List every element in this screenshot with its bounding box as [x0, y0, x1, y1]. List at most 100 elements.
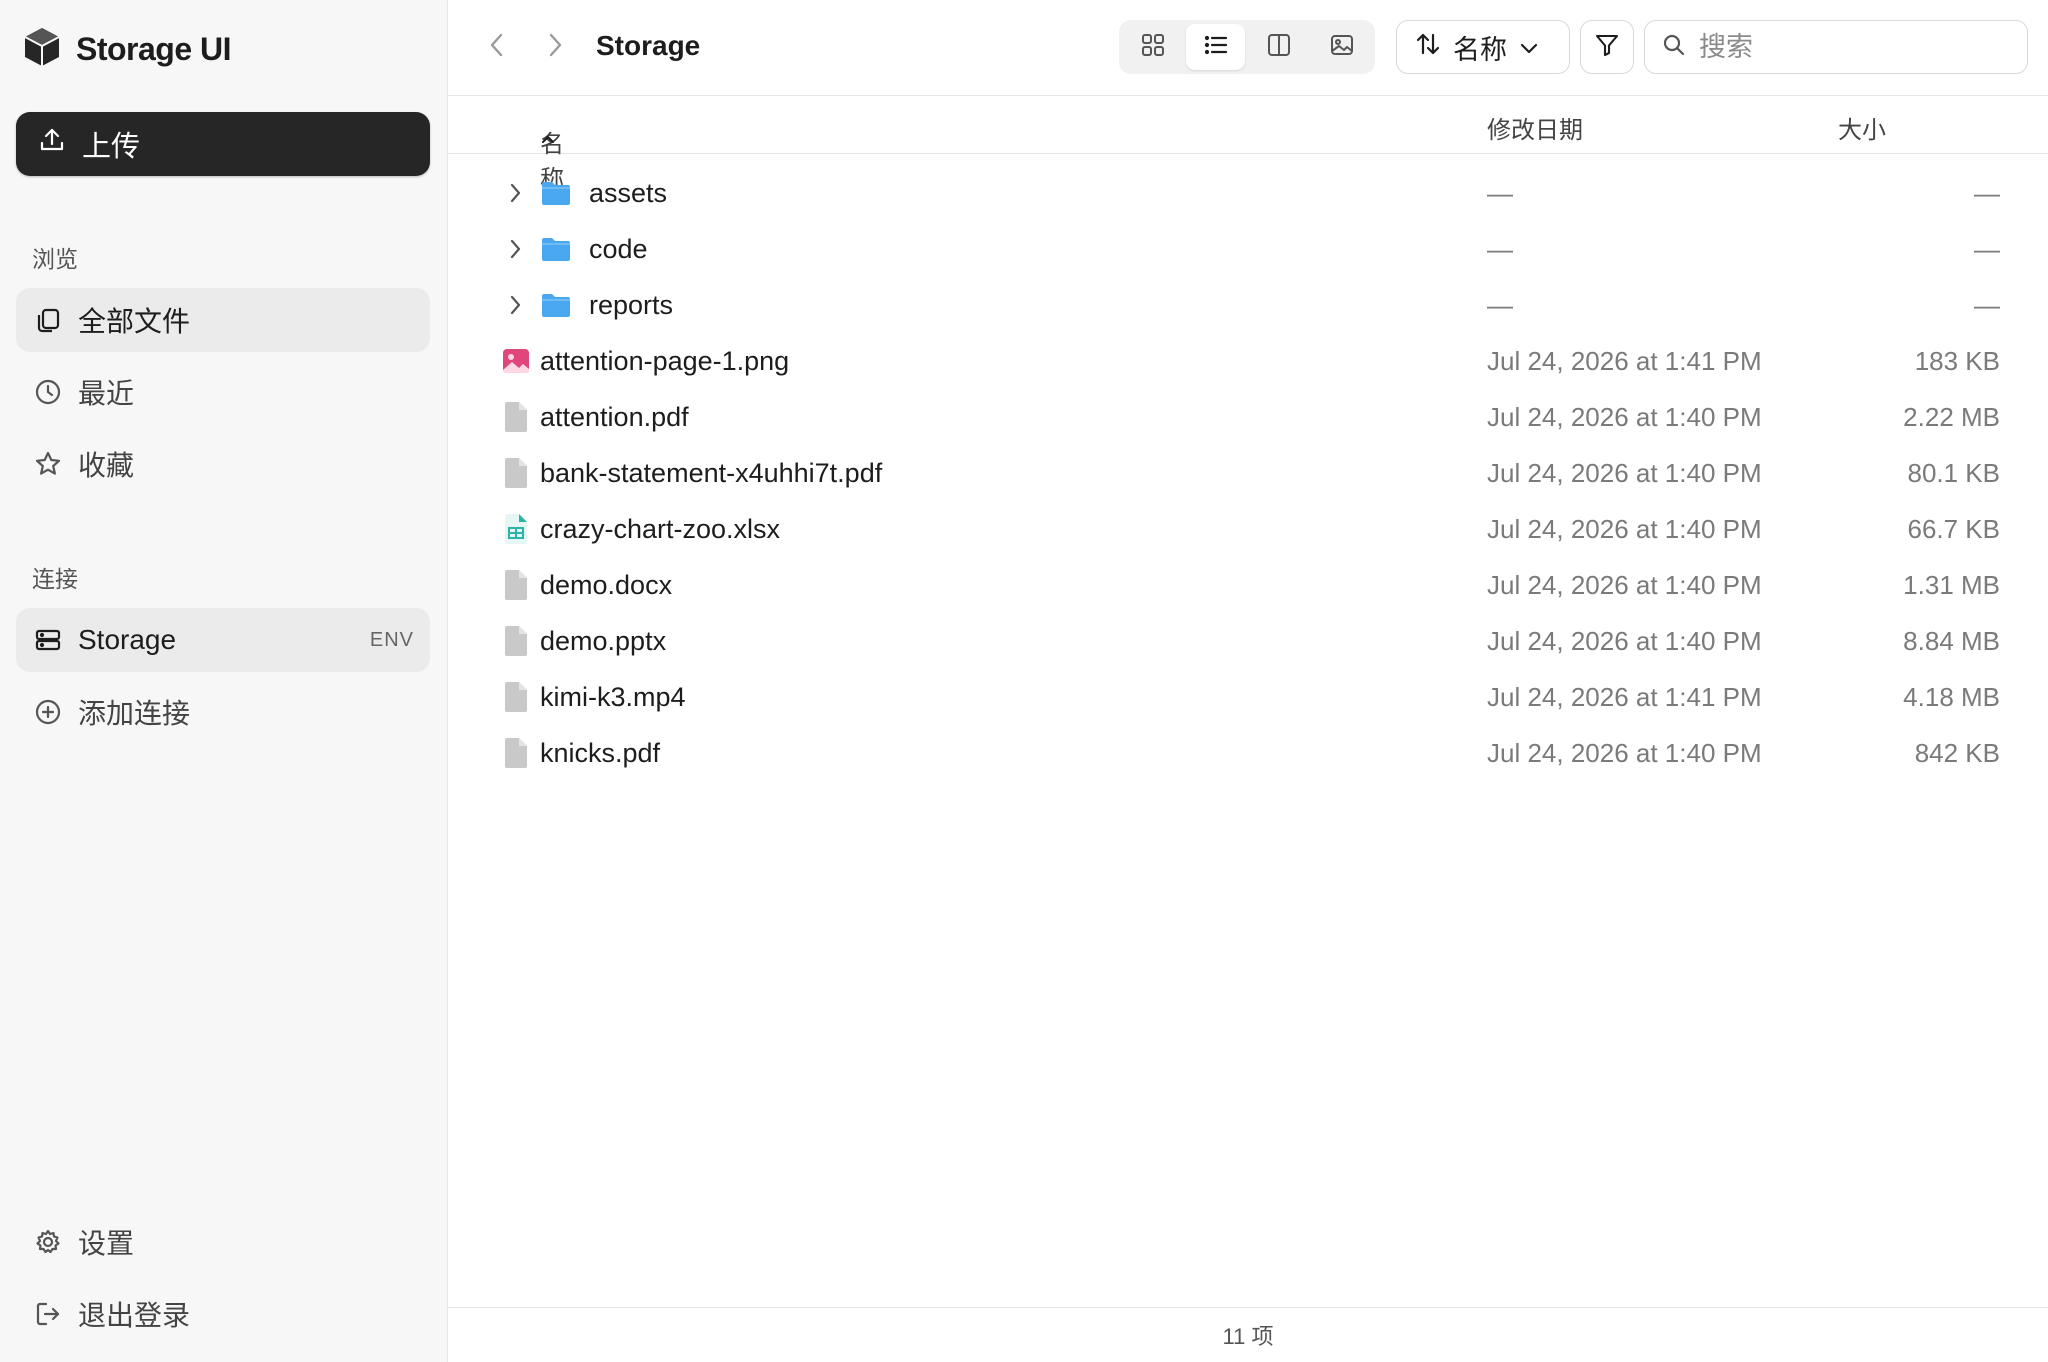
sidebar-item-all-files[interactable]: 全部文件	[16, 288, 430, 352]
folder-icon	[540, 177, 572, 209]
file-icon	[500, 569, 532, 601]
sidebar-item-storage[interactable]: Storage ENV	[16, 608, 430, 672]
expand-chevron-icon[interactable]	[500, 234, 530, 264]
grid-icon	[1140, 32, 1166, 63]
file-size: 80.1 KB	[1907, 458, 2000, 488]
columns-icon	[1266, 32, 1292, 63]
file-name: knicks.pdf	[540, 738, 661, 768]
file-size: —	[1974, 234, 2000, 264]
chevron-left-icon	[487, 32, 507, 63]
file-icon	[500, 401, 532, 433]
filter-button[interactable]	[1580, 20, 1634, 74]
file-size: —	[1974, 178, 2000, 208]
column-header-modified[interactable]: 修改日期	[1487, 110, 1583, 145]
filter-icon	[1594, 32, 1620, 63]
file-size: 183 KB	[1914, 346, 2000, 376]
sidebar-item-favorites[interactable]: 收藏	[16, 432, 430, 496]
image-icon	[1329, 32, 1355, 63]
upload-icon	[38, 126, 66, 162]
files-icon	[32, 304, 64, 336]
table-header: 名称 修改日期 大小	[448, 96, 2048, 193]
folder-icon	[540, 289, 572, 321]
file-modified: —	[1487, 290, 1513, 320]
sort-label: 名称	[1453, 34, 1507, 65]
table-row[interactable]: kimi-k3.mp4 Jul 24, 2026 at 1:41 PM 4.18 M…	[448, 669, 2048, 725]
file-size: 1.31 MB	[1903, 570, 2000, 600]
file-modified: Jul 24, 2026 at 1:41 PM	[1487, 346, 1762, 376]
back-button[interactable]	[482, 32, 512, 62]
sort-arrows-icon	[1415, 31, 1441, 64]
table-row[interactable]: assets — —	[448, 165, 2048, 221]
gear-icon	[32, 1226, 64, 1258]
expand-chevron-icon[interactable]	[500, 178, 530, 208]
file-name: crazy-chart-zoo.xlsx	[540, 514, 781, 544]
table-row[interactable]: demo.docx Jul 24, 2026 at 1:40 PM 1.31 MB	[448, 557, 2048, 613]
file-name: assets	[589, 178, 668, 208]
brand: Storage UI	[22, 26, 232, 73]
sidebar-item-label: 最近	[78, 378, 135, 409]
folder-icon	[540, 233, 572, 265]
spreadsheet-icon	[500, 513, 532, 545]
file-modified: Jul 24, 2026 at 1:40 PM	[1487, 458, 1762, 488]
add-connection-button[interactable]: 添加连接	[16, 680, 430, 744]
file-size: 66.7 KB	[1907, 514, 2000, 544]
search-input[interactable]	[1699, 31, 2019, 63]
table-row[interactable]: demo.pptx Jul 24, 2026 at 1:40 PM 8.84 MB	[448, 613, 2048, 669]
sidebar-item-label: Storage	[78, 624, 177, 655]
table-row[interactable]: knicks.pdf Jul 24, 2026 at 1:40 PM 842 KB	[448, 725, 2048, 781]
table-row[interactable]: attention.pdf Jul 24, 2026 at 1:40 PM 2.22…	[448, 389, 2048, 445]
file-name: demo.pptx	[540, 626, 667, 656]
upload-button[interactable]: 上传	[16, 112, 430, 176]
connect-section-label: 连接	[32, 566, 78, 592]
table-row[interactable]: crazy-chart-zoo.xlsx Jul 24, 2026 at 1:40…	[448, 501, 2048, 557]
chevron-down-icon	[1519, 32, 1539, 63]
file-name: attention-page-1.png	[540, 346, 790, 376]
file-icon	[500, 737, 532, 769]
view-gallery-button[interactable]	[1312, 24, 1371, 70]
file-size: 8.84 MB	[1903, 626, 2000, 656]
file-name: bank-statement-x4uhhi7t.pdf	[540, 458, 883, 488]
file-modified: Jul 24, 2026 at 1:41 PM	[1487, 682, 1762, 712]
clock-icon	[32, 376, 64, 408]
search-box	[1644, 20, 2028, 74]
sort-button[interactable]: 名称	[1396, 20, 1570, 74]
file-size: 4.18 MB	[1903, 682, 2000, 712]
file-modified: Jul 24, 2026 at 1:40 PM	[1487, 514, 1762, 544]
sidebar-item-recent[interactable]: 最近	[16, 360, 430, 424]
table-row[interactable]: code — —	[448, 221, 2048, 277]
view-grid-button[interactable]	[1123, 24, 1182, 70]
breadcrumb[interactable]: Storage	[596, 30, 700, 62]
forward-button[interactable]	[540, 32, 570, 62]
file-modified: Jul 24, 2026 at 1:40 PM	[1487, 402, 1762, 432]
file-name: attention.pdf	[540, 402, 689, 432]
status-bar: 11 项	[448, 1307, 2048, 1362]
upload-label: 上传	[82, 131, 141, 163]
file-size: —	[1974, 290, 2000, 320]
add-connection-label: 添加连接	[78, 698, 191, 729]
file-size: 842 KB	[1914, 738, 2000, 768]
file-name: code	[589, 234, 648, 264]
view-columns-button[interactable]	[1249, 24, 1308, 70]
settings-button[interactable]: 设置	[16, 1210, 430, 1274]
cube-logo-icon	[22, 26, 62, 73]
item-count: 11 项	[1222, 1324, 1274, 1349]
list-icon	[1203, 32, 1229, 63]
file-name: kimi-k3.mp4	[540, 682, 686, 712]
view-list-button[interactable]	[1186, 24, 1245, 70]
table-row[interactable]: reports — —	[448, 277, 2048, 333]
file-modified: —	[1487, 178, 1513, 208]
toolbar: Storage 名称 搜索	[448, 0, 2048, 96]
settings-label: 设置	[78, 1228, 135, 1259]
file-modified: —	[1487, 234, 1513, 264]
sidebar: Storage UI 上传 浏览 全部文件 最近 收藏 连接 Storage E…	[0, 0, 448, 1362]
table-row[interactable]: attention-page-1.png Jul 24, 2026 at 1:41…	[448, 333, 2048, 389]
table-row[interactable]: bank-statement-x4uhhi7t.pdf Jul 24, 2026 …	[448, 445, 2048, 501]
expand-chevron-icon[interactable]	[500, 290, 530, 320]
logout-icon	[32, 1298, 64, 1330]
file-modified: Jul 24, 2026 at 1:40 PM	[1487, 738, 1762, 768]
column-header-size[interactable]: 大小	[1838, 110, 1886, 145]
file-list: assets — — code — — reports — — attention-page-1.…	[448, 165, 2048, 781]
env-badge: ENV	[369, 628, 414, 651]
app-title: Storage UI	[76, 31, 232, 67]
logout-button[interactable]: 退出登录	[16, 1282, 430, 1346]
